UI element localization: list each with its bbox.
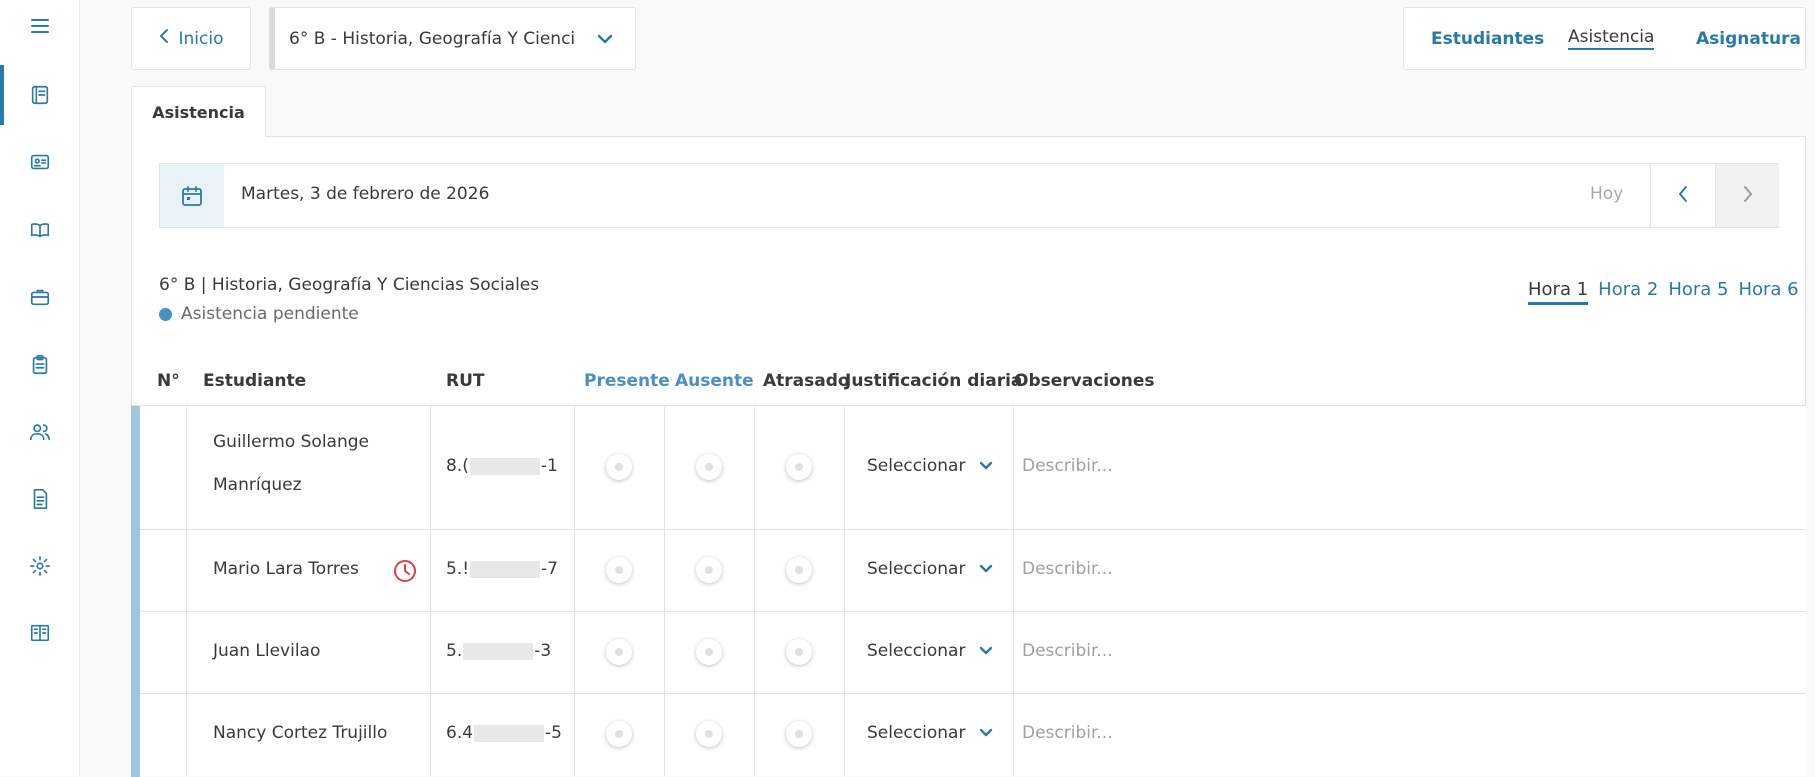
document-icon[interactable] <box>0 479 80 519</box>
back-button[interactable]: Inicio <box>131 7 251 70</box>
hour-tab-6[interactable]: Hora 6 <box>1738 279 1798 305</box>
table-row: Mario Lara Torres 5.! -7 Seleccionar Desc… <box>131 530 1806 612</box>
chevron-right-icon <box>1743 185 1753 207</box>
student-name: Nancy Cortez Trujillo <box>213 723 388 743</box>
student-rut: 5.! -7 <box>446 559 558 579</box>
chevron-down-icon <box>979 456 993 476</box>
student-name: Mario Lara Torres <box>213 559 359 579</box>
row-indicator <box>131 694 140 777</box>
chevron-down-icon <box>597 30 613 50</box>
header-present[interactable]: Presente <box>584 371 670 391</box>
student-name-line2: Manríquez <box>213 475 302 495</box>
student-rut: 5. -3 <box>446 641 552 661</box>
present-radio[interactable] <box>606 454 632 480</box>
late-radio[interactable] <box>786 721 812 747</box>
nav-estudiantes[interactable]: Estudiantes <box>1431 29 1544 49</box>
present-radio[interactable] <box>606 557 632 583</box>
row-indicator <box>131 530 140 612</box>
attendance-status: Asistencia pendiente <box>159 304 359 324</box>
previous-day-button[interactable] <box>1650 164 1715 227</box>
status-text: Asistencia pendiente <box>181 304 359 324</box>
header-late: Atrasado <box>763 371 850 391</box>
justification-value: Seleccionar <box>867 723 966 743</box>
hour-selector: Hora 1 Hora 2 Hora 5 Hora 6 <box>1528 279 1799 305</box>
justification-value: Seleccionar <box>867 641 966 661</box>
header-rut: RUT <box>446 371 485 391</box>
justification-select[interactable]: Seleccionar <box>867 559 993 579</box>
next-day-button[interactable] <box>1715 164 1779 227</box>
observations-input[interactable]: Describir... <box>1022 456 1113 476</box>
absent-radio[interactable] <box>696 721 722 747</box>
student-name: Juan Llevilao <box>213 641 321 661</box>
present-radio[interactable] <box>606 639 632 665</box>
chevron-down-icon <box>979 723 993 743</box>
header-observations: Observaciones <box>1014 371 1155 391</box>
absent-radio[interactable] <box>696 557 722 583</box>
clipboard-icon[interactable] <box>0 345 80 385</box>
header-student: Estudiante <box>203 371 307 391</box>
observations-input[interactable]: Describir... <box>1022 641 1113 661</box>
student-rut: 8.(-1 <box>446 456 558 476</box>
current-date: Martes, 3 de febrero de 2026 <box>241 184 490 204</box>
observations-input[interactable]: Describir... <box>1022 723 1113 743</box>
calendar-icon[interactable] <box>160 164 224 227</box>
header-absent[interactable]: Ausente <box>675 371 754 391</box>
header-justification: Justificación diaria <box>845 371 1023 391</box>
today-button[interactable]: Hoy <box>1590 184 1623 204</box>
nav-asistencia[interactable]: Asistencia <box>1568 27 1655 50</box>
book-icon[interactable] <box>0 613 80 653</box>
table-row: Guillermo Solange Manríquez 8.(-1 Selecc… <box>131 406 1806 530</box>
top-navigation: Estudiantes Asistencia Asignatura <box>1403 7 1806 70</box>
chevron-down-icon <box>979 559 993 579</box>
sidebar <box>0 0 80 776</box>
nav-asignatura[interactable]: Asignatura <box>1696 29 1801 49</box>
hour-tab-1[interactable]: Hora 1 <box>1528 279 1589 305</box>
late-radio[interactable] <box>786 454 812 480</box>
justification-select[interactable]: Seleccionar <box>867 723 993 743</box>
table-row: Juan Llevilao 5. -3 Seleccionar Describir… <box>131 612 1806 694</box>
chevron-down-icon <box>979 641 993 661</box>
course-select-value: 6° B - Historia, Geografía Y Ciencias So… <box>289 28 574 49</box>
absent-radio[interactable] <box>696 639 722 665</box>
gear-icon[interactable] <box>0 546 80 586</box>
tab-asistencia[interactable]: Asistencia <box>131 86 266 137</box>
hour-tab-5[interactable]: Hora 5 <box>1668 279 1728 305</box>
id-card-icon[interactable] <box>0 142 80 182</box>
table-header: N° Estudiante RUT Presente Ausente Atras… <box>131 368 1806 406</box>
observations-input[interactable]: Describir... <box>1022 559 1113 579</box>
present-radio[interactable] <box>606 721 632 747</box>
course-title: 6° B | Historia, Geografía Y Ciencias So… <box>159 275 540 295</box>
student-name: Guillermo Solange <box>213 432 369 452</box>
chevron-left-icon <box>159 28 169 49</box>
late-radio[interactable] <box>786 639 812 665</box>
status-dot-icon <box>159 307 172 321</box>
justification-select[interactable]: Seleccionar <box>867 641 993 661</box>
row-indicator <box>131 612 140 694</box>
table-row: Nancy Cortez Trujillo 6.4 -5 Seleccionar … <box>131 694 1806 777</box>
menu-icon[interactable] <box>0 6 80 46</box>
justification-select[interactable]: Seleccionar <box>867 456 993 476</box>
users-icon[interactable] <box>0 412 80 452</box>
late-radio[interactable] <box>786 557 812 583</box>
justification-value: Seleccionar <box>867 559 966 579</box>
student-rut: 6.4 -5 <box>446 723 562 743</box>
back-button-label: Inicio <box>178 28 224 49</box>
date-bar: Martes, 3 de febrero de 2026 Hoy <box>159 163 1779 228</box>
header-number: N° <box>157 371 180 391</box>
absent-radio[interactable] <box>696 454 722 480</box>
book-open-icon[interactable] <box>0 210 80 250</box>
chevron-left-icon <box>1678 185 1688 207</box>
briefcase-icon[interactable] <box>0 277 80 317</box>
hour-tab-2[interactable]: Hora 2 <box>1598 279 1658 305</box>
justification-value: Seleccionar <box>867 456 966 476</box>
row-indicator <box>131 406 140 530</box>
course-select[interactable]: 6° B - Historia, Geografía Y Ciencias So… <box>269 7 636 70</box>
clock-icon <box>393 559 417 587</box>
notebook-icon[interactable] <box>0 65 80 125</box>
